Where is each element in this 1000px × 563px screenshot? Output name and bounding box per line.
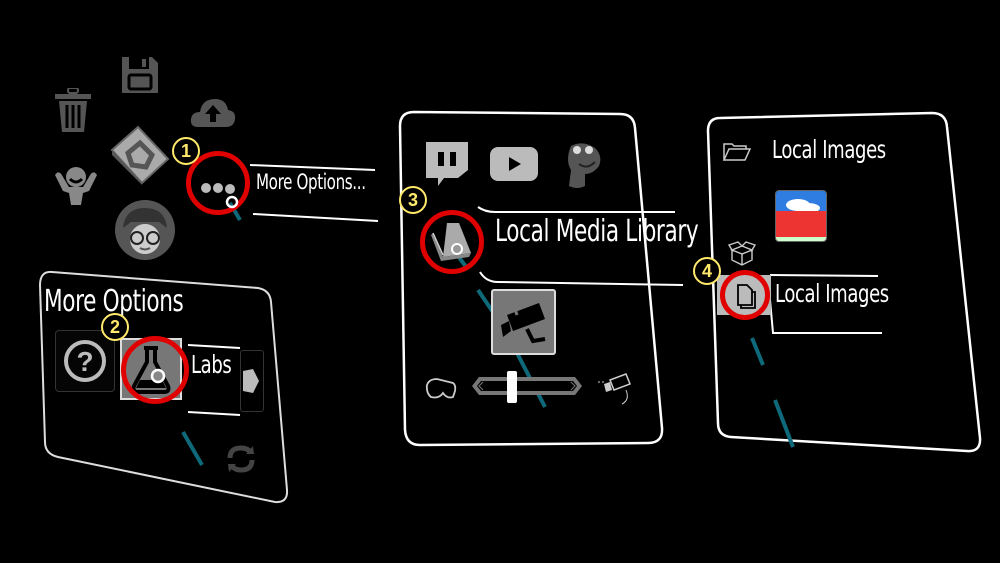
more-options-tooltip: More Options... [256,170,366,194]
documents-icon [737,284,756,309]
step-badge-1: 1 [172,137,200,165]
local-images-highlight-ring [720,270,770,320]
step-badge-3: 3 [399,186,427,214]
local-media-library-button[interactable] [420,210,484,274]
app-logo-icon[interactable] [110,125,172,185]
video-camera-icon [501,303,546,344]
dinosaur-icon[interactable] [563,140,603,192]
trash-icon[interactable] [55,87,91,132]
refresh-icon[interactable] [224,442,258,476]
help-button[interactable]: ? [55,330,115,392]
zoom-slider-handle[interactable] [507,371,517,403]
twitch-icon[interactable] [424,140,470,186]
open-box-icon[interactable] [727,240,757,266]
svg-text:?: ? [76,346,93,377]
expand-arrow-button[interactable] [240,350,264,412]
avatar[interactable] [115,200,175,260]
image-thumbnail-watermelon[interactable] [775,190,827,242]
labs-highlight-ring [121,336,189,404]
save-icon[interactable] [120,55,160,95]
folder-icon[interactable] [722,140,752,162]
step-badge-4: 4 [693,257,721,285]
labs-label: Labs [191,350,232,379]
vr-headset-icon[interactable] [425,377,457,401]
local-images-item-label: Local Images [775,279,889,308]
local-images-header: Local Images [772,135,886,164]
zoom-slider[interactable] [471,371,583,403]
person-icon[interactable] [55,165,97,205]
projector-icon[interactable] [596,370,636,406]
cloud-upload-icon[interactable] [190,95,236,129]
youtube-icon[interactable] [490,147,538,181]
step-badge-2: 2 [101,313,129,341]
video-camera-button[interactable] [491,289,556,355]
local-media-library-label: Local Media Library [495,214,699,249]
